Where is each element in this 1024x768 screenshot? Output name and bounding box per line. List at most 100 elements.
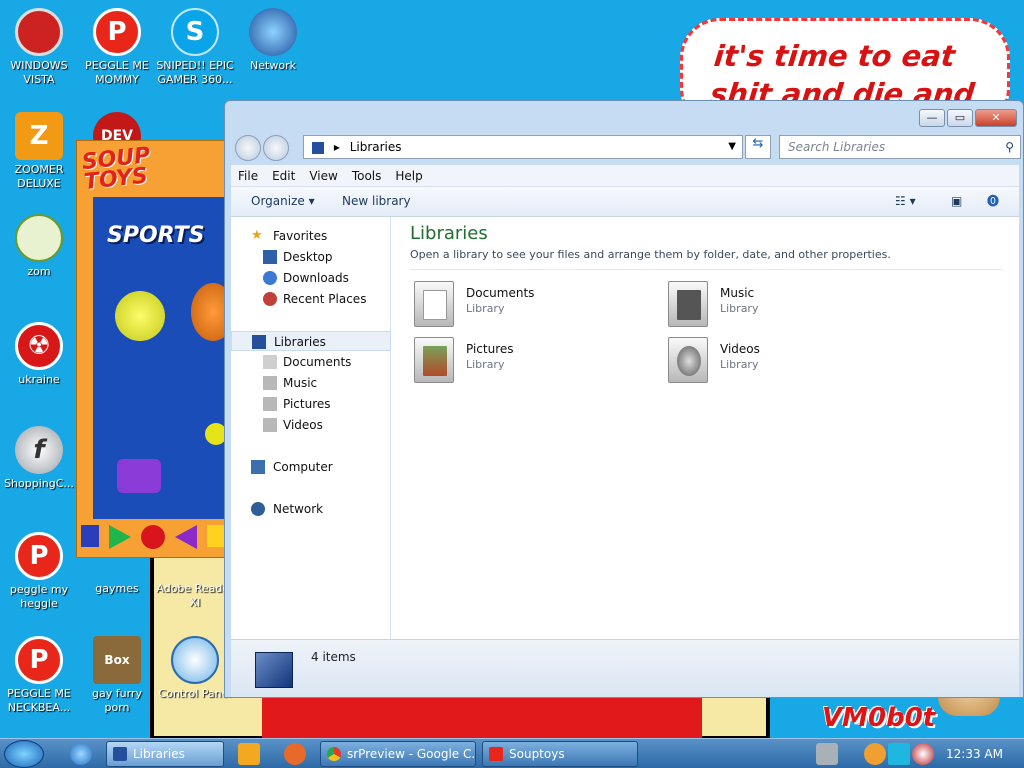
- rewind-icon[interactable]: [175, 525, 197, 549]
- souptoys-control-bar: [81, 525, 231, 549]
- menu-view[interactable]: View: [302, 165, 344, 186]
- peggle-icon: P: [15, 636, 63, 684]
- desktop-icon-control-panel[interactable]: Control Panel: [156, 636, 234, 701]
- taskbar-button-souptoys[interactable]: Souptoys: [482, 741, 638, 767]
- desktop-icon-label: peggle my heggle: [9, 583, 69, 610]
- minimize-button[interactable]: —: [919, 109, 945, 127]
- desktop-icon-network[interactable]: Network: [234, 8, 312, 73]
- desktop-icon-windows-vista[interactable]: WINDOWS VISTA: [0, 8, 78, 87]
- nav-downloads[interactable]: Downloads: [231, 268, 391, 288]
- desktop-icon-label: SNIPED!! EPIC GAMER 360...: [156, 59, 234, 86]
- nav-recent-places[interactable]: Recent Places: [231, 289, 391, 309]
- stop-icon[interactable]: [81, 525, 99, 547]
- internet-explorer-icon[interactable]: [70, 743, 92, 765]
- libraries-icon: [113, 747, 127, 761]
- record-icon[interactable]: [141, 525, 165, 549]
- chrome-icon: [327, 747, 341, 761]
- organize-button[interactable]: Organize ▾: [251, 187, 315, 215]
- forward-button[interactable]: [263, 135, 289, 161]
- help-icon[interactable]: ⓿: [987, 187, 999, 215]
- desktop-icon-sniped[interactable]: S SNIPED!! EPIC GAMER 360...: [156, 8, 234, 87]
- library-item-videos[interactable]: Videos Library: [668, 337, 908, 385]
- flash-icon: f: [15, 426, 63, 474]
- desktop-icon-ukraine[interactable]: ☢ ukraine: [0, 322, 78, 387]
- taskbar-button-chrome[interactable]: srPreview - Google C...: [320, 741, 476, 767]
- pictures-icon: [263, 397, 277, 411]
- taskbar-button-label: srPreview - Google C...: [347, 747, 476, 761]
- taskbar: Libraries srPreview - Google C... Soupto…: [0, 738, 1024, 768]
- nav-computer-label: Computer: [273, 460, 333, 474]
- tray-app-icon[interactable]: [816, 743, 838, 765]
- watermark: VM0b0t: [822, 703, 936, 733]
- nav-pictures-label: Pictures: [283, 397, 331, 411]
- documents-library-icon: [414, 281, 454, 327]
- system-clock[interactable]: 12:33 AM: [946, 739, 1003, 768]
- desktop-icon-peggle-my-heggle[interactable]: P peggle my heggle: [0, 532, 78, 611]
- menu-file[interactable]: File: [231, 165, 265, 186]
- start-button[interactable]: [4, 740, 44, 768]
- library-item-documents[interactable]: Documents Library: [414, 281, 654, 329]
- menu-help[interactable]: Help: [388, 165, 429, 186]
- nav-computer[interactable]: Computer: [231, 457, 391, 477]
- toilet-icon: [15, 8, 63, 56]
- explorer-window[interactable]: — ▭ ✕ ▸ Libraries ▼ ⇆ Search Libraries ⚲…: [224, 100, 1024, 698]
- search-placeholder[interactable]: Search Libraries: [788, 140, 885, 154]
- nav-documents[interactable]: Documents: [231, 352, 391, 372]
- desktop-icon-adobe-reader[interactable]: Adobe Reader XI: [156, 554, 234, 610]
- paint-icon[interactable]: [284, 743, 306, 765]
- radiation-icon: ☢: [15, 322, 63, 370]
- refresh-button[interactable]: ⇆: [745, 135, 771, 159]
- search-box[interactable]: Search Libraries ⚲: [779, 135, 1021, 159]
- search-icon[interactable]: ⚲: [1005, 136, 1014, 158]
- desktop-icon-peggle-neckbeard[interactable]: P PEGGLE ME NECKBEA...: [0, 636, 78, 715]
- new-library-button[interactable]: New library: [342, 187, 411, 215]
- souptoys-window[interactable]: SOUP TOYS SPORTS: [76, 140, 236, 558]
- nav-videos[interactable]: Videos: [231, 415, 391, 435]
- nav-music-label: Music: [283, 376, 318, 390]
- pictures-library-icon: [414, 337, 454, 383]
- view-options-icon[interactable]: ☷ ▾: [895, 187, 916, 215]
- desktop-icon-label: Control Panel: [158, 687, 232, 700]
- address-bar[interactable]: ▸ Libraries ▼: [303, 135, 743, 159]
- back-button[interactable]: [235, 135, 261, 161]
- computer-icon: [251, 460, 265, 474]
- desktop-icon-zom[interactable]: zom: [0, 214, 78, 279]
- desktop-icon-gaymes[interactable]: gaymes: [78, 554, 156, 596]
- tray-search-icon[interactable]: [864, 743, 886, 765]
- menu-edit[interactable]: Edit: [265, 165, 302, 186]
- nav-desktop[interactable]: Desktop: [231, 247, 391, 267]
- preview-pane-icon[interactable]: ▣: [951, 187, 962, 215]
- desktop-icon-shopping[interactable]: f ShoppingC...: [0, 426, 78, 491]
- navigation-bar: ▸ Libraries ▼ ⇆ Search Libraries ⚲: [231, 133, 1021, 161]
- tray-volume-icon[interactable]: [912, 743, 934, 765]
- desktop-icon-peggle-me-mommy[interactable]: P PEGGLE ME MOMMY: [78, 8, 156, 87]
- nav-recent-places-label: Recent Places: [283, 292, 367, 306]
- nav-downloads-label: Downloads: [283, 271, 349, 285]
- desktop-icon-zoomer-deluxe[interactable]: Z ZOOMER DELUXE: [0, 112, 78, 191]
- maximize-button[interactable]: ▭: [947, 109, 973, 127]
- desktop-icon: [263, 250, 277, 264]
- taskbar-button-libraries[interactable]: Libraries: [106, 741, 224, 767]
- media-player-icon[interactable]: [238, 743, 260, 765]
- desktop-icon-box[interactable]: Box gay furry porn: [78, 636, 156, 715]
- menu-tools[interactable]: Tools: [345, 165, 389, 186]
- tray-monitor-icon[interactable]: [888, 743, 910, 765]
- nav-network[interactable]: Network: [231, 499, 391, 519]
- address-dropdown-icon[interactable]: ▼: [728, 136, 736, 158]
- nav-music[interactable]: Music: [231, 373, 391, 393]
- nav-videos-label: Videos: [283, 418, 323, 432]
- skate-icon[interactable]: [117, 459, 161, 493]
- close-button[interactable]: ✕: [975, 109, 1017, 127]
- tennis-ball-icon[interactable]: [115, 291, 165, 341]
- desktop-icon-label: gay furry porn: [92, 687, 142, 714]
- nav-libraries[interactable]: Libraries: [231, 331, 391, 351]
- library-item-pictures[interactable]: Pictures Library: [414, 337, 654, 385]
- details-pane: 4 items: [231, 639, 1019, 697]
- library-item-music[interactable]: Music Library: [668, 281, 908, 329]
- address-path[interactable]: Libraries: [350, 140, 402, 154]
- play-icon[interactable]: [109, 525, 131, 549]
- nav-pictures[interactable]: Pictures: [231, 394, 391, 414]
- network-globe-icon: [249, 8, 297, 56]
- nav-favorites[interactable]: ★ Favorites: [231, 226, 391, 246]
- breadcrumb-arrow-icon[interactable]: ▸: [334, 140, 340, 154]
